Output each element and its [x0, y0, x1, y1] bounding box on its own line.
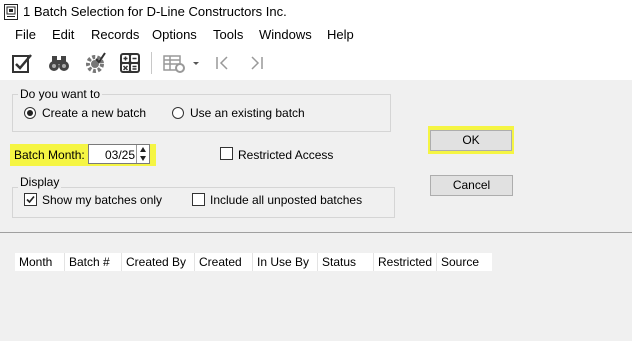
toolbar-separator — [151, 52, 152, 74]
cancel-button[interactable]: Cancel — [430, 175, 513, 196]
column-in-use-by[interactable]: In Use By — [253, 253, 318, 271]
create-new-batch-label[interactable]: Create a new batch — [42, 106, 146, 120]
create-new-batch-radio[interactable] — [24, 107, 36, 119]
column-created-by[interactable]: Created By — [122, 253, 195, 271]
dropdown-arrow-icon[interactable] — [190, 51, 202, 75]
batch-month-label: Batch Month: — [14, 148, 85, 162]
restricted-access-label[interactable]: Restricted Access — [238, 148, 333, 162]
window-title: 1 Batch Selection for D-Line Constructor… — [23, 4, 287, 19]
batch-grid: Month Batch # Created By Created In Use … — [0, 232, 632, 341]
menu-edit[interactable]: Edit — [52, 27, 74, 42]
title-bar: 1 Batch Selection for D-Line Constructor… — [0, 0, 632, 24]
binoculars-icon[interactable] — [47, 51, 71, 75]
checklist-icon[interactable] — [10, 51, 34, 75]
column-month[interactable]: Month — [15, 253, 65, 271]
spin-up-icon[interactable] — [139, 146, 147, 153]
batch-month-spinner[interactable] — [136, 145, 150, 163]
app-icon — [4, 4, 18, 20]
column-created[interactable]: Created — [195, 253, 253, 271]
use-existing-batch-radio[interactable] — [172, 107, 184, 119]
menu-help[interactable]: Help — [327, 27, 354, 42]
menu-options[interactable]: Options — [152, 27, 197, 42]
spin-down-icon[interactable] — [139, 155, 147, 162]
include-unposted-label[interactable]: Include all unposted batches — [210, 193, 362, 207]
menu-bar: File Edit Records Options Tools Windows … — [0, 24, 632, 46]
gear-check-icon[interactable] — [83, 51, 107, 75]
show-my-batches-label[interactable]: Show my batches only — [42, 193, 162, 207]
column-source[interactable]: Source — [437, 253, 492, 271]
restricted-access-checkbox[interactable] — [220, 147, 233, 160]
menu-windows[interactable]: Windows — [259, 27, 312, 42]
menu-file[interactable]: File — [15, 27, 36, 42]
ok-button[interactable]: OK — [430, 130, 512, 151]
calculator-icon[interactable] — [118, 51, 142, 75]
column-restricted[interactable]: Restricted — [374, 253, 437, 271]
batch-month-input[interactable]: 03/25 — [88, 144, 150, 164]
grid-settings-icon[interactable] — [162, 51, 186, 75]
checkmark-icon — [26, 195, 35, 204]
display-group-label: Display — [18, 175, 62, 189]
show-my-batches-checkbox[interactable] — [24, 193, 37, 206]
menu-records[interactable]: Records — [91, 27, 139, 42]
toolbar — [0, 46, 632, 80]
column-status[interactable]: Status — [318, 253, 374, 271]
include-unposted-checkbox[interactable] — [192, 193, 205, 206]
grid-header: Month Batch # Created By Created In Use … — [15, 253, 492, 271]
menu-tools[interactable]: Tools — [213, 27, 243, 42]
column-batch-number[interactable]: Batch # — [65, 253, 122, 271]
batch-options-panel: Do you want to Create a new batch Use an… — [0, 80, 632, 232]
first-record-icon[interactable] — [211, 51, 235, 75]
use-existing-batch-label[interactable]: Use an existing batch — [190, 106, 305, 120]
last-record-icon[interactable] — [244, 51, 268, 75]
batch-month-value: 03/25 — [105, 148, 136, 162]
batch-choice-group-label: Do you want to — [18, 87, 103, 101]
